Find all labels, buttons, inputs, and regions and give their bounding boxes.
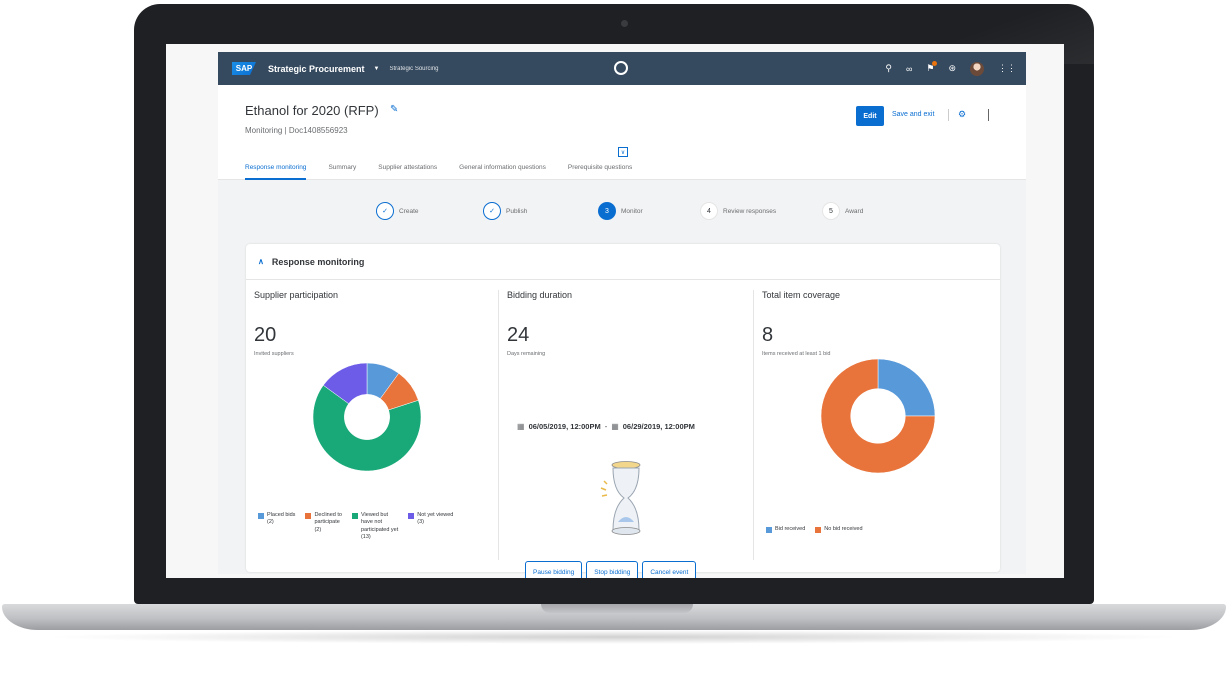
end-date: 06/29/2019, 12:00PM bbox=[622, 422, 695, 431]
panel-header[interactable]: ∧ Response monitoring bbox=[246, 244, 1000, 280]
laptop-screen: SAP Strategic Procurement ▼ Strategic So… bbox=[166, 44, 1064, 578]
legend-item: Placed bids (2) bbox=[258, 512, 295, 542]
step-label: Create bbox=[399, 207, 419, 215]
legend-label: Viewed but have not participated yet (13… bbox=[360, 512, 399, 541]
sap-logo[interactable]: SAP bbox=[232, 62, 256, 75]
chevron-down-icon[interactable]: ▼ bbox=[374, 66, 380, 72]
step-number: 5 bbox=[822, 202, 840, 220]
tab-response-monitoring[interactable]: Response monitoring bbox=[245, 155, 307, 180]
legend-swatch bbox=[305, 513, 312, 519]
app-subtitle: Strategic Sourcing bbox=[389, 65, 439, 72]
step-monitor[interactable]: 3 Monitor bbox=[598, 202, 643, 220]
step-create[interactable]: ✓ Create bbox=[376, 202, 419, 220]
pause-bidding-button[interactable]: Pause bidding bbox=[525, 561, 583, 578]
legend-swatch bbox=[351, 513, 358, 519]
chevron-up-icon[interactable]: ∧ bbox=[258, 257, 264, 266]
step-number: 4 bbox=[700, 202, 718, 220]
supplier-participation-donut bbox=[312, 362, 422, 472]
kpi-value: 24 bbox=[507, 324, 530, 346]
legend-swatch bbox=[408, 513, 415, 519]
calendar-icon: ▦ bbox=[611, 422, 619, 431]
legend-label: Declined to participate (2) bbox=[314, 512, 342, 533]
calendar-icon: ▦ bbox=[517, 422, 525, 431]
cancel-event-button[interactable]: Cancel event bbox=[642, 561, 697, 578]
card-title: Bidding duration bbox=[507, 290, 573, 300]
bidding-duration-card: Bidding duration 24 Days remaining ▦ 06/… bbox=[499, 280, 753, 578]
bidding-actions: Pause bidding Stop bidding Cancel event bbox=[525, 561, 697, 578]
step-label: Publish bbox=[506, 207, 528, 215]
step-label: Monitor bbox=[621, 207, 643, 215]
process-stepper: ✓ Create ✓ Publish 3 Monitor 4 Review re… bbox=[218, 202, 1026, 228]
kpi-label: Items received at least 1 bid bbox=[762, 351, 831, 357]
laptop-shadow bbox=[40, 630, 1188, 644]
divider bbox=[948, 109, 949, 121]
camera bbox=[621, 20, 628, 27]
tab-supplier-attestations[interactable]: Supplier attestations bbox=[378, 155, 437, 180]
legend-label: No bid received bbox=[824, 526, 863, 532]
edit-title-icon[interactable]: ✎ bbox=[390, 104, 398, 115]
step-label: Award bbox=[845, 207, 864, 215]
app-title[interactable]: Strategic Procurement bbox=[268, 64, 365, 74]
shell-bar: SAP Strategic Procurement ▼ Strategic So… bbox=[218, 52, 1026, 85]
kpi-value: 8 bbox=[762, 324, 774, 346]
start-date: 06/05/2019, 12:00PM bbox=[528, 422, 601, 431]
chart-legend: Bid received No bid received bbox=[766, 526, 863, 533]
card-title: Total item coverage bbox=[762, 290, 841, 300]
bidding-dates: ▦ 06/05/2019, 12:00PM - ▦ 06/29/2019, 12… bbox=[517, 422, 695, 431]
object-header: Ethanol for 2020 (RFP) ✎ Monitoring | Do… bbox=[218, 85, 1026, 180]
search-icon[interactable]: ⚲ bbox=[885, 63, 892, 74]
link-icon[interactable]: ∞ bbox=[906, 64, 912, 74]
chart-legend: Placed bids (2) Declined to participate … bbox=[258, 512, 453, 542]
legend-swatch bbox=[815, 527, 822, 533]
response-monitoring-panel: ∧ Response monitoring Supplier participa… bbox=[246, 244, 1000, 578]
kpi-label: Days remaining bbox=[507, 351, 546, 357]
step-publish[interactable]: ✓ Publish bbox=[483, 202, 527, 220]
help-icon[interactable]: ⊛ bbox=[948, 63, 956, 74]
step-award[interactable]: 5 Award bbox=[822, 202, 863, 220]
legend-swatch bbox=[258, 513, 264, 519]
legend-label: Placed bids (2) bbox=[267, 512, 296, 526]
date-separator: - bbox=[604, 422, 608, 431]
product-switch-icon[interactable]: ⋮⋮ bbox=[998, 63, 1016, 74]
app-window: SAP Strategic Procurement ▼ Strategic So… bbox=[218, 52, 1026, 578]
tab-bar: Response monitoring Summary Supplier att… bbox=[218, 155, 1026, 180]
legend-swatch bbox=[766, 527, 772, 533]
donut-slice-bid-received[interactable] bbox=[877, 358, 936, 417]
edit-button[interactable]: Edit bbox=[856, 106, 884, 126]
page-title: Ethanol for 2020 (RFP) bbox=[245, 103, 379, 118]
legend-item: Bid received bbox=[766, 526, 805, 533]
checkmark-icon: ✓ bbox=[376, 202, 394, 220]
laptop-notch bbox=[541, 604, 693, 613]
legend-item: Not yet viewed (3) bbox=[408, 512, 453, 542]
notifications-icon[interactable]: ⚑ bbox=[926, 61, 938, 74]
kpi-value: 20 bbox=[254, 324, 277, 346]
item-coverage-donut bbox=[820, 358, 936, 474]
stop-bidding-button[interactable]: Stop bidding bbox=[586, 561, 639, 578]
kpi-label: Invited suppliers bbox=[254, 351, 294, 357]
legend-item: No bid received bbox=[815, 526, 863, 533]
step-review-responses[interactable]: 4 Review responses bbox=[700, 202, 776, 220]
tab-general-information-questions[interactable]: General information questions bbox=[459, 155, 546, 180]
avatar[interactable] bbox=[970, 61, 984, 76]
tab-summary[interactable]: Summary bbox=[328, 155, 356, 180]
item-coverage-card: Total item coverage 8 Items received at … bbox=[754, 280, 1000, 560]
panel-title: Response monitoring bbox=[271, 256, 365, 267]
legend-label: Not yet viewed (3) bbox=[417, 512, 454, 526]
card-title: Supplier participation bbox=[254, 290, 339, 300]
legend-item: Viewed but have not participated yet (13… bbox=[351, 512, 399, 542]
step-label: Review responses bbox=[723, 207, 777, 215]
tab-prerequisite-questions[interactable]: Prerequisite questions bbox=[568, 155, 632, 180]
step-number: 3 bbox=[598, 202, 616, 220]
legend-label: Bid received bbox=[775, 526, 806, 532]
copilot-icon[interactable] bbox=[614, 61, 628, 75]
save-and-exit-button[interactable]: Save and exit bbox=[892, 111, 934, 118]
legend-item: Declined to participate (2) bbox=[305, 512, 342, 542]
overflow-icon[interactable] bbox=[988, 109, 989, 121]
settings-icon[interactable]: ⚙ bbox=[958, 109, 966, 120]
hourglass-icon bbox=[600, 461, 641, 535]
page-subtitle: Monitoring | Doc1408556923 bbox=[245, 126, 348, 135]
checkmark-icon: ✓ bbox=[483, 202, 501, 220]
supplier-participation-card: Supplier participation 20 Invited suppli… bbox=[246, 280, 498, 560]
